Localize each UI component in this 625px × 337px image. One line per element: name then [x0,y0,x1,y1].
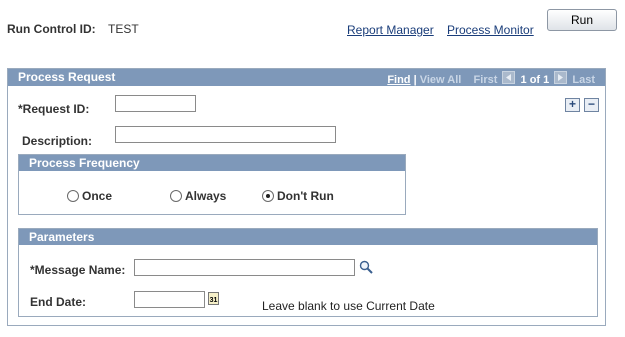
process-monitor-link[interactable]: Process Monitor [447,23,534,37]
row-count: 1 of 1 [520,74,550,86]
process-request-title: Process Request [18,70,116,84]
process-frequency-title: Process Frequency [19,155,405,171]
grid-navigation: Find | View All First 1 of 1 Last [387,71,595,86]
message-name-input[interactable] [134,259,355,276]
description-input[interactable] [115,126,336,143]
radio-dont-run-label: Don't Run [277,189,334,203]
lookup-search-icon[interactable] [359,260,373,277]
request-id-input[interactable] [115,95,196,112]
report-manager-link[interactable]: Report Manager [347,23,434,37]
next-arrow-icon [554,71,568,84]
add-row-button[interactable]: + [565,98,580,112]
radio-always[interactable] [170,190,182,202]
process-request-panel: Process Request Find | View All First 1 … [7,68,606,326]
description-label: Description: [22,134,93,148]
process-request-header: Process Request Find | View All First 1 … [8,69,605,86]
previous-arrow-icon [502,71,516,84]
end-date-input[interactable] [134,291,205,308]
find-link[interactable]: Find [387,74,410,86]
radio-once[interactable] [67,190,79,202]
process-frequency-group: Process Frequency Once Always Don't Run [18,154,406,215]
calendar-icon[interactable]: 31 [208,292,219,305]
run-button[interactable]: Run [547,9,617,31]
radio-once-label: Once [82,189,113,203]
first-link: First [473,74,498,86]
message-name-label: *Message Name: [30,263,126,277]
parameters-group: Parameters *Message Name: End Date: 31 L… [18,228,598,317]
view-all-link: View All [419,74,462,86]
end-date-hint: Leave blank to use Current Date [262,299,435,313]
radio-dont-run[interactable] [262,190,274,202]
run-control-id-value: TEST [108,22,139,36]
delete-row-button[interactable]: − [584,98,599,112]
run-control-id-label: Run Control ID: [7,22,96,36]
request-id-label: *Request ID: [18,102,90,116]
end-date-label: End Date: [30,295,87,309]
last-link: Last [572,74,595,86]
radio-always-label: Always [185,189,227,203]
parameters-title: Parameters [19,229,597,245]
